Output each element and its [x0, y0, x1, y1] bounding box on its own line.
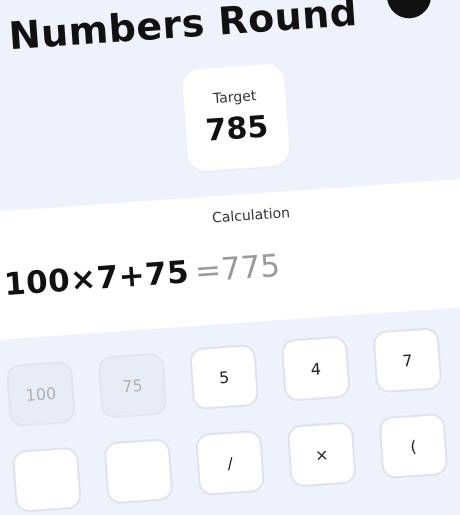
number-tile-2[interactable]: 75 — [97, 352, 168, 419]
number-tile-1[interactable]: 100 — [5, 360, 76, 428]
page-title: Numbers Round — [7, 0, 359, 59]
number-tile-4[interactable]: 4 — [280, 335, 351, 402]
number-tile-5[interactable]: 7 — [372, 327, 443, 394]
number-tile-3[interactable]: 5 — [189, 343, 260, 411]
numbers-round-screen: Numbers Round Target 785 Calculation 100… — [0, 0, 460, 515]
calculation-result: =775 — [193, 247, 282, 290]
operator-tile-2[interactable] — [103, 438, 174, 505]
help-button[interactable] — [385, 0, 433, 20]
target-label: Target — [212, 87, 257, 107]
operator-tile-divide[interactable]: / — [195, 429, 266, 497]
target-card: Target 785 — [181, 63, 291, 173]
operator-tile-open-paren[interactable]: ( — [378, 412, 449, 480]
calculation-card: Calculation 100×7+75 =775 — [0, 177, 460, 342]
target-value: 785 — [204, 108, 270, 149]
operator-tile-1[interactable] — [11, 446, 82, 513]
calculation-label: Calculation — [211, 205, 291, 227]
operator-tile-multiply[interactable]: × — [286, 421, 357, 488]
calculation-display: 100×7+75 =775 — [3, 248, 281, 303]
calculation-expression: 100×7+75 — [2, 254, 191, 304]
